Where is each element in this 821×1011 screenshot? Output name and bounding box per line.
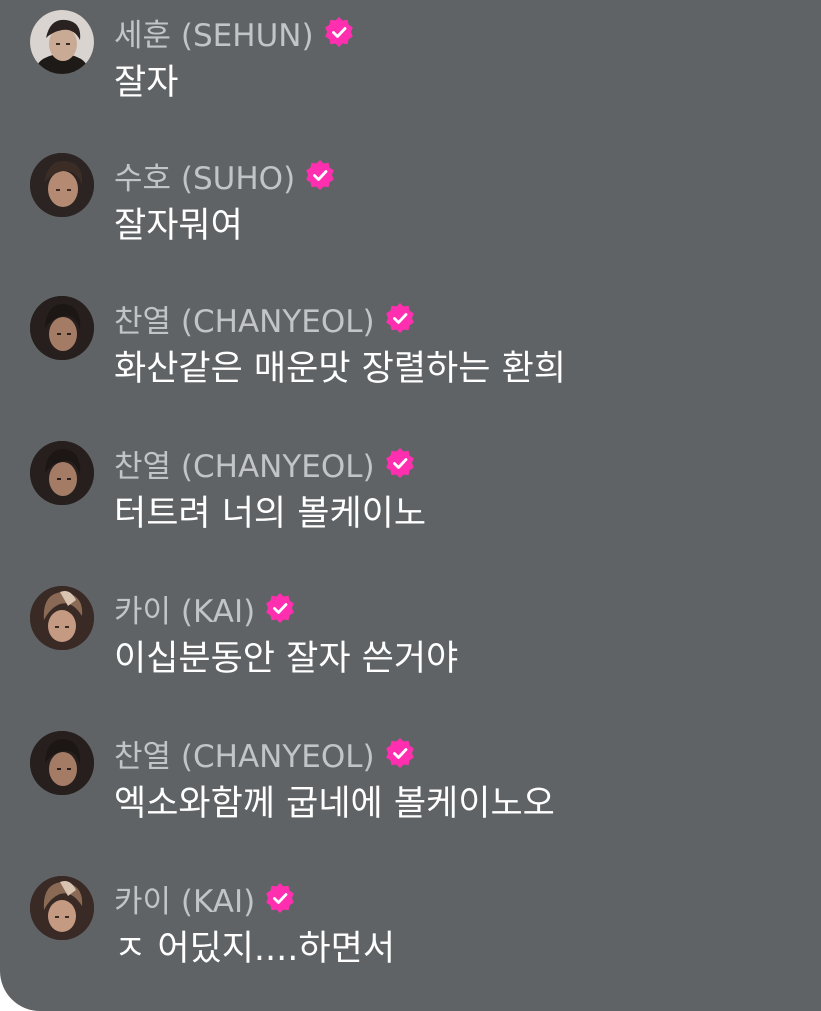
chat-message: 수호 (SUHO) 잘자뭐여 bbox=[0, 149, 821, 279]
message-text: ㅈ 어딨지....하면서 bbox=[114, 929, 396, 969]
message-text: 이십분동안 잘자 쓴거야 bbox=[114, 639, 459, 679]
message-text: 엑소와함께 굽네에 볼케이노오 bbox=[114, 784, 555, 824]
verified-badge-icon bbox=[324, 17, 354, 47]
verified-badge-icon bbox=[265, 593, 295, 623]
avatar-kai-image bbox=[30, 876, 94, 940]
chat-message: 찬열 (CHANYEOL) 화산같은 매운맛 장렬하는 환희 bbox=[0, 292, 821, 422]
username[interactable]: 찬열 (CHANYEOL) bbox=[114, 731, 375, 776]
message-text: 잘자뭐여 bbox=[114, 206, 243, 246]
username[interactable]: 카이 (KAI) bbox=[114, 876, 255, 921]
avatar-chanyeol[interactable] bbox=[30, 731, 94, 795]
chat-message: 카이 (KAI) ㅈ 어딨지....하면서 bbox=[0, 872, 821, 1002]
message-text: 잘자 bbox=[114, 63, 179, 103]
avatar-sehun-image bbox=[30, 10, 94, 74]
chat-message: 세훈 (SEHUN) 잘자 bbox=[0, 6, 821, 136]
avatar-chanyeol[interactable] bbox=[30, 441, 94, 505]
chat-message: 찬열 (CHANYEOL) 엑소와함께 굽네에 볼케이노오 bbox=[0, 727, 821, 857]
username[interactable]: 카이 (KAI) bbox=[114, 586, 255, 631]
chat-message: 찬열 (CHANYEOL) 터트려 너의 볼케이노 bbox=[0, 437, 821, 567]
verified-badge-icon bbox=[385, 738, 415, 768]
avatar-chanyeol-image bbox=[30, 441, 94, 505]
avatar-sehun[interactable] bbox=[30, 10, 94, 74]
username[interactable]: 세훈 (SEHUN) bbox=[114, 10, 314, 55]
avatar-chanyeol-image bbox=[30, 296, 94, 360]
username[interactable]: 수호 (SUHO) bbox=[114, 153, 295, 198]
message-text: 터트려 너의 볼케이노 bbox=[114, 494, 427, 534]
verified-badge-icon bbox=[305, 160, 335, 190]
message-text: 화산같은 매운맛 장렬하는 환희 bbox=[114, 349, 566, 389]
avatar-kai[interactable] bbox=[30, 586, 94, 650]
username[interactable]: 찬열 (CHANYEOL) bbox=[114, 296, 375, 341]
avatar-suho[interactable] bbox=[30, 153, 94, 217]
verified-badge-icon bbox=[385, 448, 415, 478]
verified-badge-icon bbox=[265, 883, 295, 913]
chat-message: 카이 (KAI) 이십분동안 잘자 쓴거야 bbox=[0, 582, 821, 712]
chat-panel: 세훈 (SEHUN) 잘자 수호 (SUHO) 잘자뭐여 찬열 (CHANYEO… bbox=[0, 0, 821, 1011]
avatar-kai[interactable] bbox=[30, 876, 94, 940]
verified-badge-icon bbox=[385, 303, 415, 333]
avatar-chanyeol[interactable] bbox=[30, 296, 94, 360]
avatar-chanyeol-image bbox=[30, 731, 94, 795]
username[interactable]: 찬열 (CHANYEOL) bbox=[114, 441, 375, 486]
avatar-kai-image bbox=[30, 586, 94, 650]
avatar-suho-image bbox=[30, 153, 94, 217]
